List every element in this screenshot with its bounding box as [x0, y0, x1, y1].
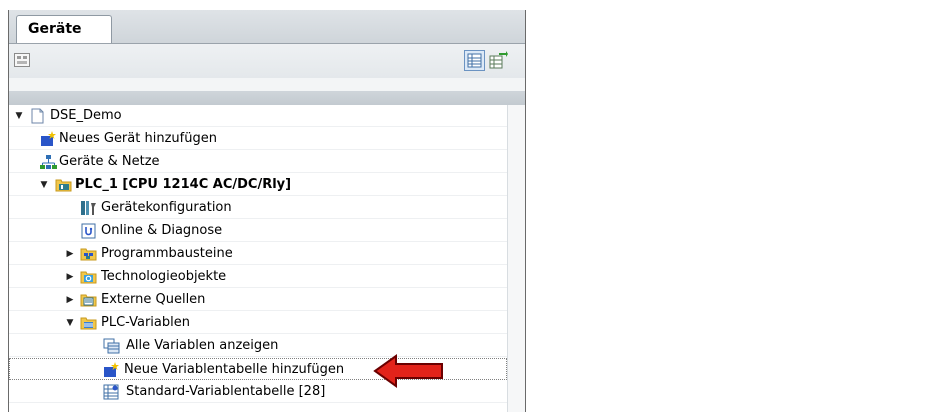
tree-right-column: [508, 105, 525, 412]
technology-objects-folder-icon: [80, 269, 97, 285]
tree-item-label: PLC_1 [CPU 1214C AC/DC/Rly]: [75, 177, 292, 192]
project-tree: ▼ DSE_Demo Neues Gerät hinzufügen Geräte…: [9, 105, 525, 412]
collapsed-toggle-icon[interactable]: ▶: [64, 266, 76, 288]
tree-item-label: DSE_Demo: [50, 108, 122, 123]
variable-table-icon: [103, 384, 120, 400]
network-icon: [40, 154, 57, 170]
tree-item-label: Alle Variablen anzeigen: [126, 338, 279, 353]
tree-item-label: Programmbausteine: [101, 246, 233, 261]
expanded-toggle-icon[interactable]: ▼: [38, 174, 50, 196]
collapsed-toggle-icon[interactable]: ▶: [64, 243, 76, 265]
red-arrow-annotation: [373, 354, 443, 388]
tree-item-online-diagnosis[interactable]: Online & Diagnose: [9, 220, 507, 242]
toolbar-spacer: [9, 78, 525, 91]
tree-header: [9, 91, 525, 105]
overview-icon[interactable]: [14, 53, 30, 67]
tree-item-label: Technologieobjekte: [101, 269, 227, 284]
program-blocks-folder-icon: [80, 246, 97, 262]
tree-item-plc-1[interactable]: ▼ PLC_1 [CPU 1214C AC/DC/Rly]: [9, 174, 507, 196]
tree-item-technology-objects[interactable]: ▶ Technologieobjekte: [9, 266, 507, 288]
expanded-toggle-icon[interactable]: ▼: [64, 312, 76, 334]
tree-item-add-device[interactable]: Neues Gerät hinzufügen: [9, 128, 507, 150]
tree-item-devices-networks[interactable]: Geräte & Netze: [9, 151, 507, 173]
show-variables-icon: [103, 338, 120, 354]
tree-item-label: Online & Diagnose: [101, 223, 223, 238]
tree-item-label: Standard-Variablentabelle [28]: [126, 384, 326, 399]
add-device-icon: [40, 131, 57, 147]
external-sources-folder-icon: [80, 292, 97, 308]
tab-bar: Geräte: [9, 10, 525, 44]
tree-item-dse-demo[interactable]: ▼ DSE_Demo: [9, 105, 507, 127]
table-view-icon[interactable]: [464, 50, 485, 71]
tree-item-label: Gerätekonfiguration: [101, 200, 232, 215]
tree-item-label: PLC-Variablen: [101, 315, 190, 330]
online-diagnosis-icon: [80, 223, 97, 239]
tree-item-label: Externe Quellen: [101, 292, 206, 307]
tree-item-device-config[interactable]: Gerätekonfiguration: [9, 197, 507, 219]
toolbar: [9, 44, 525, 78]
plc-folder-icon: [55, 177, 72, 193]
tree-item-program-blocks[interactable]: ▶ Programmbausteine: [9, 243, 507, 265]
tab-devices[interactable]: Geräte: [16, 15, 112, 43]
collapsed-toggle-icon[interactable]: ▶: [64, 289, 76, 311]
tree-item-external-sources[interactable]: ▶ Externe Quellen: [9, 289, 507, 311]
tree-item-plc-variables[interactable]: ▼ PLC-Variablen: [9, 312, 507, 334]
export-icon[interactable]: [489, 51, 508, 70]
expanded-toggle-icon[interactable]: ▼: [13, 105, 25, 127]
plc-variables-folder-icon: [80, 315, 97, 331]
devices-panel: Geräte ▼ DSE_Demo Neues Gerät hinzufügen…: [8, 10, 526, 412]
project-file-icon: [29, 108, 46, 124]
tree-item-label: Neues Gerät hinzufügen: [59, 131, 217, 146]
device-config-icon: [80, 200, 97, 216]
add-table-icon: [103, 362, 120, 378]
tree-item-label: Neue Variablentabelle hinzufügen: [124, 362, 345, 377]
tree-item-label: Geräte & Netze: [59, 154, 160, 169]
